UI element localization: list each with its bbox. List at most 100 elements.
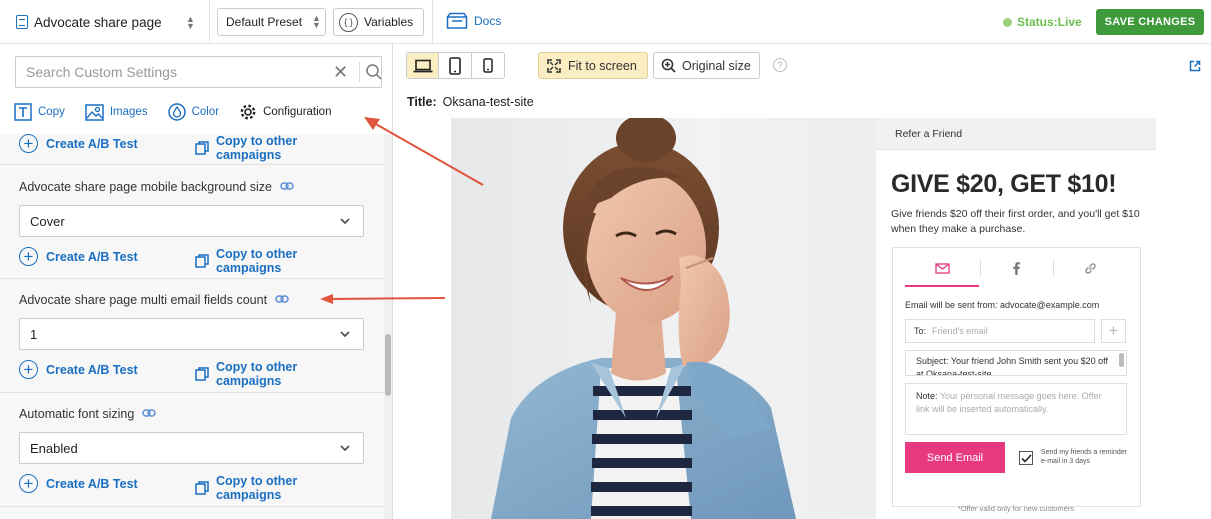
original-label: Original size xyxy=(682,58,751,73)
sidebar-scrollbar[interactable] xyxy=(384,134,392,519)
copy-to-campaigns-button[interactable]: Copy to other campaigns xyxy=(195,360,364,388)
offer-note: *Offer valid only for new customers xyxy=(957,504,1075,513)
page-title-row: Title: Oksana-test-site xyxy=(407,95,534,109)
to-placeholder: Friend's email xyxy=(932,326,988,336)
subject-scrollbar[interactable] xyxy=(1119,353,1124,367)
subject-label: Subject: xyxy=(916,356,949,366)
widget-preview: Refer a Friend GIVE $20, GET $10! Give f… xyxy=(451,118,1156,519)
preset-label: Default Preset xyxy=(226,15,303,29)
scrollbar-thumb[interactable] xyxy=(385,334,391,396)
top-bar: Advocate share page ▲ ▼ Default Preset ▲ ▼… xyxy=(0,0,1211,44)
setting-label-text: Advocate share page mobile background si… xyxy=(19,180,272,194)
tab-copy[interactable]: Copy xyxy=(14,100,65,124)
widget-headline: GIVE $20, GET $10! xyxy=(891,170,1117,198)
copy-campaigns-label: Copy to other campaigns xyxy=(216,247,298,275)
setting-label: Advocate share page mobile background si… xyxy=(19,180,294,194)
reminder-text: Send my friends a reminder e-mail in 3 d… xyxy=(1041,449,1127,465)
create-ab-test-button[interactable]: + Create A/B Test xyxy=(19,360,138,379)
setting-label: Advocate share page multi email fields c… xyxy=(19,293,289,307)
divider xyxy=(432,0,433,44)
background-size-select[interactable]: Cover xyxy=(19,205,364,237)
zoom-in-icon xyxy=(661,58,676,73)
copy-to-campaigns-button[interactable]: Copy to other campaigns xyxy=(195,247,364,275)
checkmark-icon xyxy=(1020,453,1032,463)
tab-label: Images xyxy=(109,106,148,118)
add-email-button[interactable]: + xyxy=(1101,319,1126,343)
tab-label: Configuration xyxy=(263,106,332,118)
active-tab-indicator xyxy=(905,285,979,287)
email-from-text: Email will be sent from: advocate@exampl… xyxy=(905,300,1100,310)
to-label: To: xyxy=(914,326,927,336)
preset-selector[interactable]: Default Preset ▲ ▼ xyxy=(217,8,326,36)
braces-icon: { } xyxy=(339,12,358,32)
clear-icon[interactable]: ✕ xyxy=(333,63,348,81)
variables-button[interactable]: { } Variables xyxy=(333,8,424,36)
chevron-down-icon xyxy=(340,445,350,452)
friend-email-field[interactable]: To: Friend's email xyxy=(905,319,1095,343)
note-field[interactable]: Note: Your personal message goes here. O… xyxy=(905,383,1127,435)
create-ab-test-button[interactable]: + Create A/B Test xyxy=(19,134,138,153)
campaign-selector[interactable]: Advocate share page ▲ ▼ xyxy=(0,0,210,44)
copy-to-campaigns-button[interactable]: Copy to other campaigns xyxy=(195,474,364,502)
chevron-down-icon xyxy=(340,331,350,338)
select-value: 1 xyxy=(30,326,38,342)
refer-friend-widget: Refer a Friend GIVE $20, GET $10! Give f… xyxy=(876,118,1156,519)
drop-icon xyxy=(167,103,186,121)
external-link-icon[interactable] xyxy=(1189,60,1201,72)
copy-icon xyxy=(195,254,209,268)
search-input[interactable] xyxy=(26,64,326,80)
tab-link[interactable] xyxy=(1047,248,1133,288)
save-changes-button[interactable]: SAVE CHANGES xyxy=(1096,9,1204,35)
select-value: Enabled xyxy=(30,440,78,456)
laptop-icon xyxy=(413,59,433,72)
create-ab-label: Create A/B Test xyxy=(46,362,138,377)
subject-field[interactable]: Subject: Your friend John Smith sent you… xyxy=(905,350,1127,376)
setting-label-text: Automatic font sizing xyxy=(19,407,135,421)
copy-to-campaigns-button[interactable]: Copy to other campaigns xyxy=(195,134,364,162)
phone-icon xyxy=(483,58,493,73)
mobile-view-button[interactable] xyxy=(472,53,504,78)
create-ab-label: Create A/B Test xyxy=(46,136,138,151)
copy-icon xyxy=(195,141,209,155)
gear-icon xyxy=(239,103,257,121)
help-icon[interactable]: ? xyxy=(773,58,787,72)
widget-header: Refer a Friend xyxy=(876,118,1156,150)
create-ab-label: Create A/B Test xyxy=(46,249,138,264)
variables-label: Variables xyxy=(364,15,414,29)
updown-chevron-icon: ▲ ▼ xyxy=(312,13,321,30)
document-icon xyxy=(16,15,28,29)
search-icon[interactable] xyxy=(365,63,383,81)
email-fields-count-select[interactable]: 1 xyxy=(19,318,364,350)
tab-configuration[interactable]: Configuration xyxy=(239,100,331,124)
create-ab-test-button[interactable]: + Create A/B Test xyxy=(19,247,138,266)
setting-actions: + Create A/B Test Copy to other campaigns xyxy=(19,247,364,275)
link-icon xyxy=(1084,262,1096,274)
create-ab-label: Create A/B Test xyxy=(46,476,138,491)
desktop-view-button[interactable] xyxy=(407,53,440,78)
font-sizing-select[interactable]: Enabled xyxy=(19,432,364,464)
plus-circle-icon: + xyxy=(19,474,38,493)
share-tabs xyxy=(893,248,1140,288)
status-dot-icon xyxy=(1003,17,1012,27)
copy-campaigns-label: Copy to other campaigns xyxy=(216,474,298,502)
status-label: Status:Live xyxy=(1017,15,1082,29)
reminder-checkbox[interactable] xyxy=(1019,451,1033,465)
fit-to-screen-button[interactable]: Fit to screen xyxy=(538,52,648,79)
docs-label: Docs xyxy=(474,14,502,28)
fit-label: Fit to screen xyxy=(568,58,637,73)
original-size-button[interactable]: Original size xyxy=(653,52,760,79)
setting-actions: + Create A/B Test Copy to other campaigns xyxy=(19,360,364,388)
copy-campaigns-label: Copy to other campaigns xyxy=(216,360,298,388)
text-icon xyxy=(14,103,32,121)
docs-link[interactable]: Docs xyxy=(446,12,501,30)
tablet-view-button[interactable] xyxy=(439,53,472,78)
send-email-button[interactable]: Send Email xyxy=(905,442,1005,473)
create-ab-test-button[interactable]: + Create A/B Test xyxy=(19,474,138,493)
tab-color[interactable]: Color xyxy=(167,100,219,124)
settings-tabs: Copy Images Color Configuration xyxy=(14,100,351,128)
note-placeholder: Your personal message goes here. Offer l… xyxy=(916,391,1102,414)
tab-images[interactable]: Images xyxy=(85,100,148,124)
select-value: Cover xyxy=(30,213,65,229)
setting-actions: + Create A/B Test Copy to other campaigns xyxy=(19,134,364,162)
fit-screen-icon xyxy=(547,58,561,73)
